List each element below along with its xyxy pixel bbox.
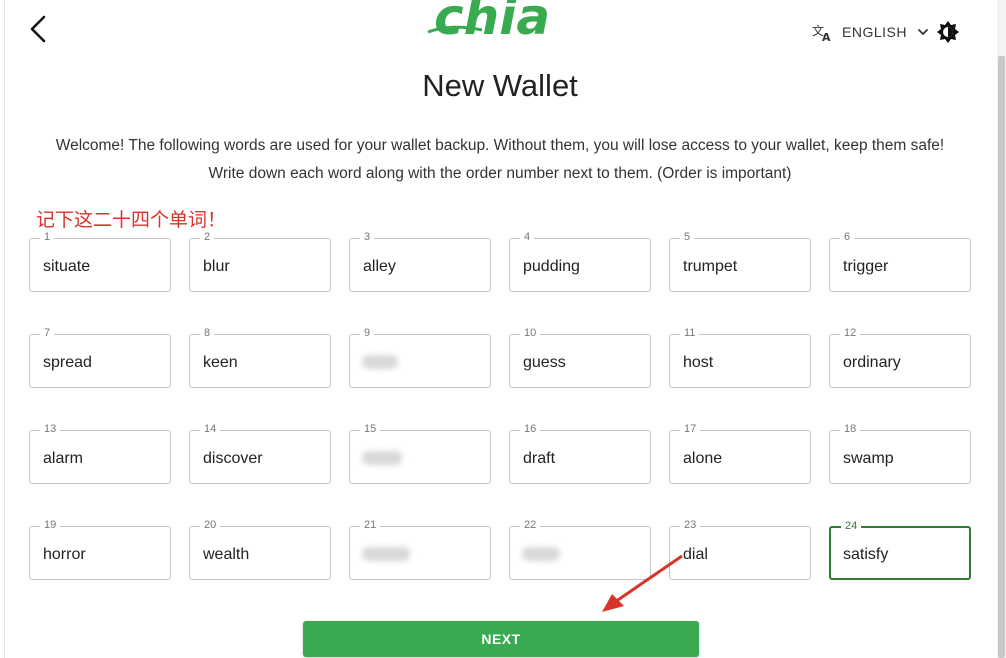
description-line-1: Welcome! The following words are used fo… xyxy=(55,137,945,154)
word-value: trigger xyxy=(843,258,889,275)
word-number: 15 xyxy=(360,422,381,436)
annotation-text: 记下这二十四个单词！ xyxy=(36,209,227,231)
word-value: satisfy xyxy=(843,546,889,563)
word-number: 7 xyxy=(40,326,55,340)
translate-icon: 文 A xyxy=(812,23,831,42)
word-field[interactable]: 15 xyxy=(349,422,491,484)
description-line-2: Write down each word along with the orde… xyxy=(208,165,792,182)
word-value: dial xyxy=(683,546,708,563)
page-title: New Wallet xyxy=(422,68,578,103)
word-field[interactable]: 5 trumpet xyxy=(669,230,811,292)
word-value: ordinary xyxy=(843,354,901,371)
word-number: 5 xyxy=(680,230,695,244)
word-field[interactable]: 9 xyxy=(349,326,491,388)
word-number: 21 xyxy=(360,518,381,532)
redacted-word xyxy=(362,355,398,369)
word-number: 3 xyxy=(360,230,375,244)
word-number: 18 xyxy=(840,422,861,436)
word-field[interactable]: 12 ordinary xyxy=(829,326,971,388)
word-field[interactable]: 2 blur xyxy=(189,230,331,292)
word-value: keen xyxy=(203,354,238,371)
word-field[interactable]: 3 alley xyxy=(349,230,491,292)
word-number: 17 xyxy=(680,422,701,436)
word-value: discover xyxy=(203,450,263,467)
word-field[interactable]: 16 draft xyxy=(509,422,651,484)
word-field[interactable]: 10 guess xyxy=(509,326,651,388)
word-value: host xyxy=(683,354,714,371)
word-number: 22 xyxy=(520,518,541,532)
word-number: 2 xyxy=(200,230,215,244)
redacted-word xyxy=(362,451,402,465)
word-value: draft xyxy=(523,450,556,467)
word-number: 19 xyxy=(40,518,61,532)
word-value: guess xyxy=(523,354,566,371)
word-number: 24 xyxy=(841,519,862,533)
word-number: 16 xyxy=(520,422,541,436)
word-number: 23 xyxy=(680,518,701,532)
word-number: 4 xyxy=(520,230,535,244)
word-field[interactable]: 1 situate xyxy=(29,230,171,292)
chevron-left-icon xyxy=(30,15,46,43)
word-field[interactable]: 7 spread xyxy=(29,326,171,388)
brightness-icon xyxy=(937,21,959,43)
word-number: 14 xyxy=(200,422,221,436)
word-value: horror xyxy=(43,546,86,563)
word-value: alone xyxy=(683,450,723,467)
word-field[interactable]: 14 discover xyxy=(189,422,331,484)
word-value: alley xyxy=(363,258,396,275)
word-field[interactable]: 20 wealth xyxy=(189,518,331,580)
word-number: 12 xyxy=(840,326,861,340)
word-value: wealth xyxy=(203,546,250,563)
word-value: situate xyxy=(43,258,91,275)
back-button[interactable] xyxy=(26,14,52,44)
redacted-word xyxy=(522,547,560,561)
word-field[interactable]: 23 dial xyxy=(669,518,811,580)
word-field[interactable]: 17 alone xyxy=(669,422,811,484)
word-field[interactable]: 18 swamp xyxy=(829,422,971,484)
word-field[interactable]: 11 host xyxy=(669,326,811,388)
word-number: 1 xyxy=(40,230,55,244)
word-value: spread xyxy=(43,354,92,371)
word-field[interactable]: 4 pudding xyxy=(509,230,651,292)
word-number: 8 xyxy=(200,326,215,340)
word-number: 10 xyxy=(520,326,541,340)
word-value: pudding xyxy=(523,258,580,275)
language-label: ENGLISH xyxy=(842,24,907,40)
word-field[interactable]: 21 xyxy=(349,518,491,580)
word-value: blur xyxy=(203,258,230,275)
word-number: 13 xyxy=(40,422,61,436)
logo-text: chia xyxy=(434,0,550,38)
chia-logo: chia xyxy=(424,0,584,46)
word-field[interactable]: 6 trigger xyxy=(829,230,971,292)
word-field[interactable]: 13 alarm xyxy=(29,422,171,484)
word-field[interactable]: 8 keen xyxy=(189,326,331,388)
word-field[interactable]: 24 satisfy xyxy=(829,519,971,580)
next-button[interactable]: NEXT xyxy=(303,621,699,657)
word-number: 11 xyxy=(680,326,700,340)
language-selector[interactable]: 文 A ENGLISH xyxy=(812,19,929,45)
annotation-arrow xyxy=(602,554,683,612)
chevron-down-icon xyxy=(918,29,928,35)
redacted-word xyxy=(362,547,410,561)
word-field[interactable]: 19 horror xyxy=(29,518,171,580)
word-number: 9 xyxy=(360,326,375,340)
svg-text:A: A xyxy=(822,31,831,42)
word-number: 20 xyxy=(200,518,221,532)
theme-toggle-button[interactable] xyxy=(936,20,960,44)
word-value: swamp xyxy=(843,450,894,467)
word-value: alarm xyxy=(43,450,84,467)
word-number: 6 xyxy=(840,230,855,244)
word-value: trumpet xyxy=(683,258,738,275)
